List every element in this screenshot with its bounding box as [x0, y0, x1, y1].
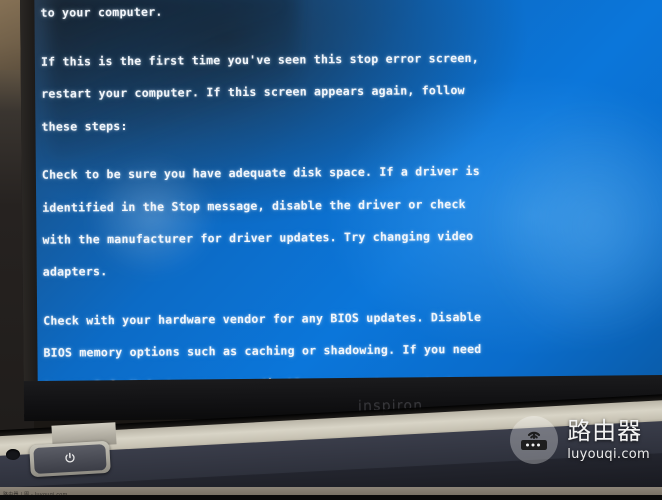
laptop-bsod-photo: to your computer. If this is the first t…	[0, 0, 662, 500]
bsod-bios-line-2: BIOS memory options such as caching or s…	[43, 342, 482, 361]
bsod-disk-space-line-1: Check to be sure you have adequate disk …	[41, 164, 480, 182]
watermark-text: 路由器 luyouqi.com	[567, 419, 650, 461]
watermark-badge	[510, 416, 559, 464]
watermark: 路由器 luyouqi.com	[510, 416, 650, 464]
router-icon	[521, 431, 548, 450]
caption-bottom-edge	[0, 495, 662, 500]
bsod-disk-space-line-4: adapters.	[42, 264, 108, 280]
power-icon	[65, 452, 75, 463]
watermark-chinese-label: 路由器	[567, 417, 643, 445]
bsod-first-time-line-1: If this is the first time you've seen th…	[40, 50, 479, 69]
bsod-first-time-line-2: restart your computer. If this screen ap…	[41, 83, 465, 101]
bsod-bios-line-1: Check with your hardware vendor for any …	[43, 309, 482, 328]
bsod-top-tail: to your computer.	[40, 4, 163, 20]
bsod-disk-space-line-2: identified in the Stop message, disable …	[42, 196, 466, 215]
bsod-disk-space-line-3: with the manufacturer for driver updates…	[42, 228, 474, 247]
lcd-screen: to your computer. If this is the first t…	[34, 0, 662, 385]
bsod-text-block: to your computer. If this is the first t…	[40, 0, 662, 385]
bsod-first-time-line-3: these steps:	[41, 118, 128, 134]
watermark-domain: luyouqi.com	[567, 447, 650, 462]
